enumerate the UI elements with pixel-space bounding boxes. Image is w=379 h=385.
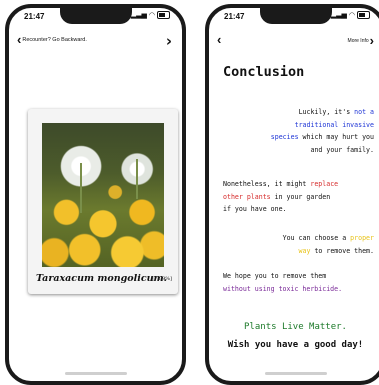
text-span: Luckily, it's: [298, 108, 355, 116]
plant-name: Taraxacum mongolicum.: [36, 273, 167, 284]
text-span: Nonetheless, it might: [223, 180, 311, 188]
nav-bar: ‹ Recounter? Go Backward. ›: [9, 32, 182, 50]
battery-icon: [157, 11, 170, 19]
home-indicator[interactable]: [64, 372, 127, 375]
status-time: 21:47: [224, 12, 245, 21]
closing-greeting: Wish you have a good day!: [227, 340, 364, 350]
text-span: which may hurt you: [298, 133, 374, 142]
closing-slogan: Plants Live Matter.: [244, 322, 347, 332]
chevron-right-icon[interactable]: ›: [166, 32, 172, 50]
back-label: Recounter? Go Backward.: [22, 37, 87, 43]
text-span: to remove them.: [310, 246, 374, 255]
wifi-icon: ◠: [148, 11, 155, 19]
confidence-score: [78.9%]: [152, 276, 172, 282]
page-title: Conclusion: [223, 64, 305, 80]
highlight-red: other plants: [223, 192, 271, 201]
nav-bar: ‹ More Info ›: [209, 32, 379, 50]
signal-icon: ▂▃▅: [130, 11, 147, 19]
battery-icon: [357, 11, 370, 19]
chevron-right-icon: ›: [369, 33, 374, 48]
text-span: We hope you to remove them: [223, 272, 327, 280]
paragraph-herbicide: We hope you to remove them without using…: [223, 270, 342, 295]
right-phone-screen: 21:47 ▂▃▅ ◠ ‹ More Info › Conclusion Luc…: [205, 4, 379, 385]
highlight-yellow: way: [298, 246, 311, 255]
highlight-blue: traditional invasive: [294, 120, 374, 129]
status-icons: ▂▃▅ ◠: [331, 11, 370, 19]
paragraph-remove: You can choose a proper way to remove th…: [283, 232, 374, 257]
camera-notch: [59, 8, 132, 24]
result-card: Taraxacum mongolicum. [78.9%]: [28, 109, 178, 294]
back-button[interactable]: ‹ Recounter? Go Backward.: [17, 32, 87, 47]
chevron-left-icon: ‹: [17, 32, 22, 47]
highlight-purple: without using toxic herbicide.: [223, 284, 343, 293]
signal-icon: ▂▃▅: [330, 11, 347, 19]
paragraph-invasive: Luckily, it's not a traditional invasive…: [271, 106, 374, 156]
paragraph-replace: Nonetheless, it might replace other plan…: [223, 178, 338, 216]
text-span: in your garden: [270, 192, 331, 201]
left-phone-screen: 21:47 ▂▃▅ ◠ ‹ Recounter? Go Backward. › …: [5, 4, 186, 385]
wifi-icon: ◠: [348, 11, 355, 19]
highlight-yellow: proper: [350, 234, 374, 242]
back-button[interactable]: ‹: [217, 32, 222, 47]
highlight-blue: not a: [354, 108, 374, 116]
status-icons: ▂▃▅ ◠: [131, 11, 170, 19]
plant-photo: [42, 123, 164, 267]
text-span: You can choose a: [282, 234, 351, 242]
camera-notch: [259, 8, 332, 24]
text-span: and your family.: [310, 145, 374, 154]
chevron-left-icon: ‹: [217, 32, 222, 47]
more-info-button[interactable]: More Info ›: [347, 33, 374, 48]
status-time: 21:47: [24, 12, 45, 21]
more-info-label: More Info: [347, 38, 369, 44]
home-indicator[interactable]: [264, 372, 327, 375]
highlight-blue: species: [270, 133, 299, 142]
text-span: if you have one.: [223, 205, 287, 214]
stem-graphic: [136, 159, 138, 199]
highlight-red: replace: [310, 180, 339, 188]
stem-graphic: [80, 163, 82, 213]
